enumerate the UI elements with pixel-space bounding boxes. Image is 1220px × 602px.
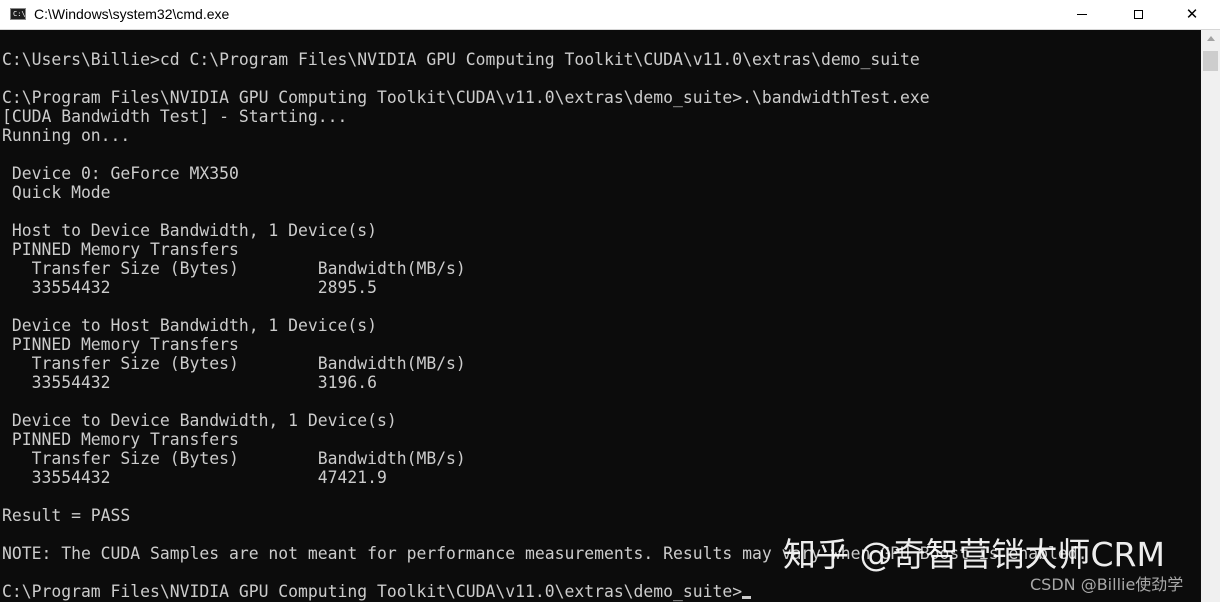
scroll-up-button[interactable] xyxy=(1201,30,1220,47)
zhihu-watermark: 知乎 @奇智营销大师CRM xyxy=(783,535,1165,574)
console-line: PINNED Memory Transfers xyxy=(2,335,239,354)
console-line: Transfer Size (Bytes) Bandwidth(MB/s) xyxy=(2,259,466,278)
title-bar[interactable]: C:\ C:\Windows\system32\cmd.exe ✕ xyxy=(0,0,1220,30)
minimize-icon xyxy=(1077,14,1087,15)
console-line: C:\Program Files\NVIDIA GPU Computing To… xyxy=(2,88,930,107)
close-icon: ✕ xyxy=(1185,5,1199,23)
console-line: Device 0: GeForce MX350 xyxy=(2,164,239,183)
scrollbar-thumb[interactable] xyxy=(1203,51,1218,71)
console-line: Host to Device Bandwidth, 1 Device(s) xyxy=(2,221,377,240)
csdn-watermark: CSDN @Billie使劲学 xyxy=(1030,575,1184,594)
console-line: Device to Host Bandwidth, 1 Device(s) xyxy=(2,316,377,335)
app-icon-glyph: C:\ xyxy=(13,10,26,18)
prompt-text: C:\Program Files\NVIDIA GPU Computing To… xyxy=(2,582,743,601)
text-cursor xyxy=(742,596,752,599)
console-line: Device to Device Bandwidth, 1 Device(s) xyxy=(2,411,397,430)
console-line: 33554432 2895.5 xyxy=(2,278,377,297)
console-line: Transfer Size (Bytes) Bandwidth(MB/s) xyxy=(2,449,466,468)
close-button[interactable]: ✕ xyxy=(1164,0,1220,29)
console-line: Result = PASS xyxy=(2,506,131,525)
console-line: C:\Users\Billie>cd C:\Program Files\NVID… xyxy=(2,50,920,69)
window-title: C:\Windows\system32\cmd.exe xyxy=(34,6,230,22)
console-line: PINNED Memory Transfers xyxy=(2,240,239,259)
console-line: 33554432 47421.9 xyxy=(2,468,387,487)
minimize-button[interactable] xyxy=(1054,0,1110,29)
console-line: [CUDA Bandwidth Test] - Starting... xyxy=(2,107,348,126)
vertical-scrollbar[interactable] xyxy=(1201,30,1220,602)
maximize-button[interactable] xyxy=(1110,0,1166,29)
console-line: Quick Mode xyxy=(2,183,111,202)
console-line: 33554432 3196.6 xyxy=(2,373,377,392)
console-output[interactable]: C:\Users\Billie>cd C:\Program Files\NVID… xyxy=(0,30,1200,602)
arrow-up-icon xyxy=(1206,36,1215,41)
console-line: Running on... xyxy=(2,126,131,145)
console-line: PINNED Memory Transfers xyxy=(2,430,239,449)
cmd-app-icon[interactable]: C:\ xyxy=(10,8,26,20)
console-prompt-line[interactable]: C:\Program Files\NVIDIA GPU Computing To… xyxy=(2,582,752,601)
maximize-icon xyxy=(1133,10,1143,19)
console-line: Transfer Size (Bytes) Bandwidth(MB/s) xyxy=(2,354,466,373)
